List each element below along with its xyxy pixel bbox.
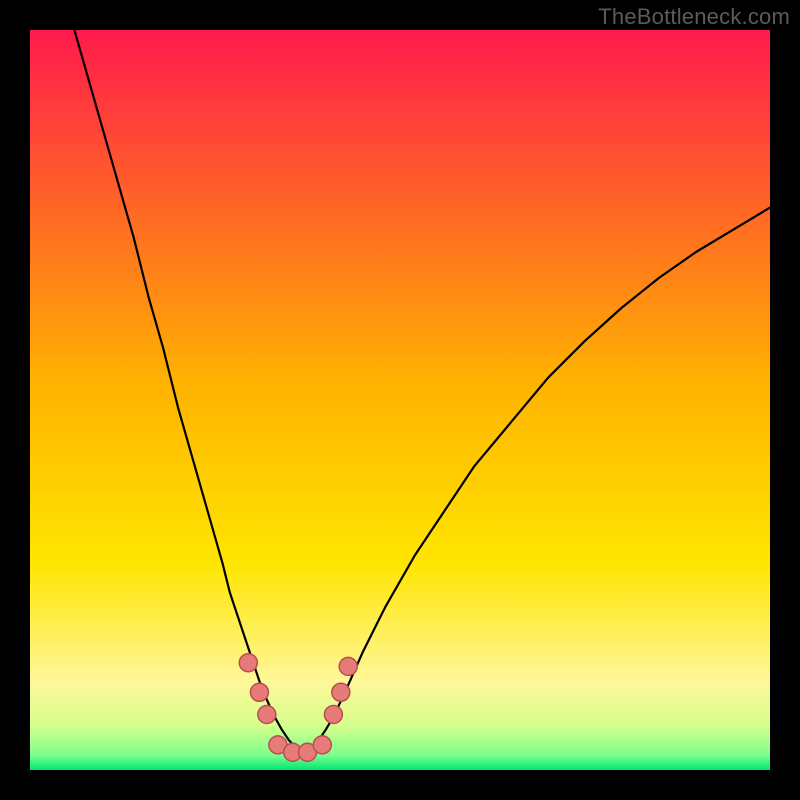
data-marker — [239, 654, 257, 672]
data-marker — [339, 657, 357, 675]
data-marker — [313, 736, 331, 754]
data-marker — [324, 706, 342, 724]
data-marker — [258, 706, 276, 724]
chart-outer: TheBottleneck.com — [0, 0, 800, 800]
watermark-text: TheBottleneck.com — [598, 4, 790, 30]
chart-svg — [30, 30, 770, 770]
data-marker — [250, 683, 268, 701]
data-marker — [332, 683, 350, 701]
plot-area — [30, 30, 770, 770]
gradient-bg — [30, 30, 770, 770]
